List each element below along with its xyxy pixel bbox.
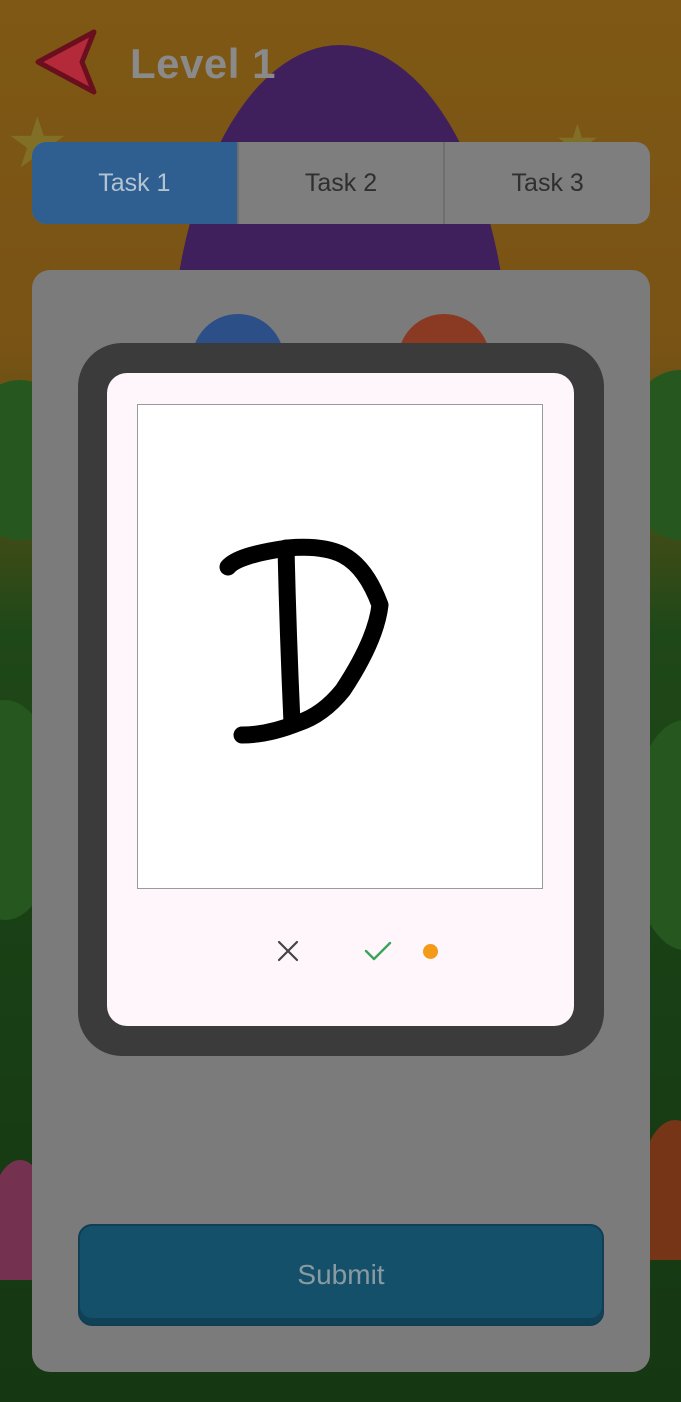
check-icon bbox=[364, 941, 392, 961]
clear-drawing-button[interactable] bbox=[270, 933, 306, 969]
confirm-drawing-button[interactable] bbox=[360, 933, 396, 969]
tab-task-1[interactable]: Task 1 bbox=[32, 142, 237, 224]
tab-task-3[interactable]: Task 3 bbox=[443, 142, 650, 224]
back-button[interactable] bbox=[30, 26, 102, 98]
status-dot bbox=[423, 944, 438, 959]
close-icon bbox=[277, 940, 299, 962]
back-arrow-icon bbox=[35, 29, 97, 95]
page-title: Level 1 bbox=[130, 40, 276, 87]
task-tabs: Task 1 Task 2 Task 3 bbox=[32, 142, 650, 224]
submit-button[interactable]: Submit bbox=[78, 1224, 604, 1326]
tab-task-2[interactable]: Task 2 bbox=[236, 142, 444, 224]
handwritten-stroke bbox=[219, 538, 389, 744]
drawing-canvas[interactable] bbox=[137, 404, 543, 889]
